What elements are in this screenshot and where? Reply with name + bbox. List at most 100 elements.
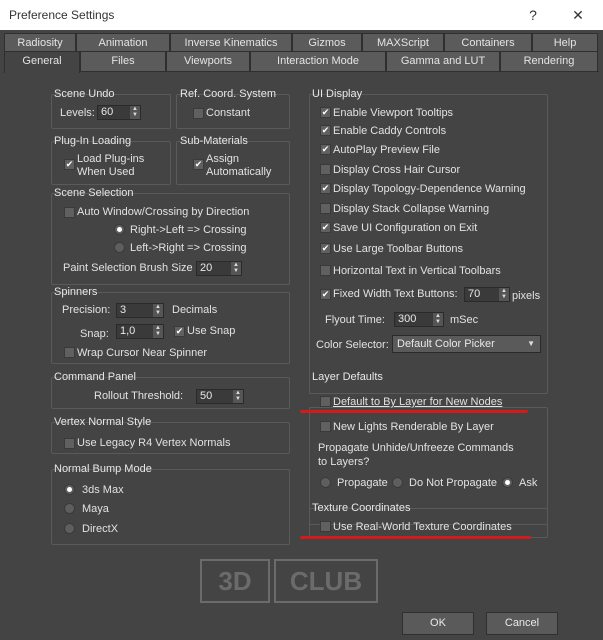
group-title-vertex-normal: Vertex Normal Style	[54, 416, 152, 428]
cross-hair-checkbox[interactable]	[320, 164, 331, 175]
brush-size-spinner[interactable]: 20 ▲ ▼	[196, 261, 242, 276]
left-right-radio[interactable]	[114, 242, 125, 253]
precision-label: Precision:	[62, 304, 111, 316]
fixed-width-checkbox[interactable]: ✔	[320, 289, 331, 300]
use-snap-checkbox[interactable]: ✔	[174, 326, 185, 337]
constant-checkbox[interactable]	[193, 108, 204, 119]
chevron-down-icon: ▼	[527, 339, 535, 348]
horizontal-text-checkbox[interactable]	[320, 265, 331, 276]
auto-window-label: Auto Window/Crossing by Direction	[77, 206, 250, 218]
highlight-underline-layer	[300, 410, 528, 413]
spinner-arrows-icon[interactable]: ▲ ▼	[130, 106, 140, 119]
large-toolbar-checkbox[interactable]: ✔	[320, 243, 331, 254]
title-bar: Preference Settings ? ✕	[0, 0, 603, 30]
legacy-normals-label: Use Legacy R4 Vertex Normals	[77, 437, 231, 449]
assign-auto-checkbox[interactable]: ✔	[193, 159, 204, 170]
real-world-checkbox[interactable]	[320, 521, 331, 532]
snap-spinner[interactable]: 1,0 ▲ ▼	[116, 324, 164, 339]
ok-button[interactable]: OK	[402, 612, 474, 635]
group-title-ui-display: UI Display	[312, 88, 363, 100]
spinner-arrows-icon[interactable]: ▲ ▼	[153, 304, 163, 317]
bump-maya-radio[interactable]	[64, 503, 75, 514]
stack-collapse-label: Display Stack Collapse Warning	[333, 203, 490, 215]
do-not-propagate-label: Do Not Propagate	[409, 477, 498, 489]
dialog-body: Radiosity Animation Inverse Kinematics G…	[0, 30, 603, 640]
color-selector-label: Color Selector:	[316, 339, 389, 351]
tab-maxscript[interactable]: MAXScript	[362, 33, 444, 53]
do-not-propagate-radio[interactable]	[392, 477, 403, 488]
legacy-normals-checkbox[interactable]	[64, 438, 75, 449]
bump-3dsmax-radio[interactable]	[64, 484, 75, 495]
tab-interaction-mode[interactable]: Interaction Mode	[250, 51, 386, 71]
by-layer-checkbox[interactable]	[320, 396, 331, 407]
autoplay-preview-checkbox[interactable]: ✔	[320, 144, 331, 155]
group-title-scene-undo: Scene Undo	[54, 88, 115, 100]
tab-files[interactable]: Files	[80, 51, 166, 71]
propagate-radio[interactable]	[320, 477, 331, 488]
tab-radiosity[interactable]: Radiosity	[4, 33, 76, 53]
rollout-spinner[interactable]: 50 ▲ ▼	[196, 389, 244, 404]
viewport-tooltips-checkbox[interactable]: ✔	[320, 107, 331, 118]
brush-size-value: 20	[200, 262, 213, 274]
highlight-underline-texture	[300, 536, 531, 539]
tab-gamma-lut[interactable]: Gamma and LUT	[386, 51, 500, 71]
stack-collapse-checkbox[interactable]	[320, 203, 331, 214]
cancel-button[interactable]: Cancel	[486, 612, 558, 635]
tab-help[interactable]: Help	[532, 33, 598, 53]
viewport-tooltips-label: Enable Viewport Tooltips	[333, 107, 454, 119]
tab-containers[interactable]: Containers	[444, 33, 532, 53]
tab-general[interactable]: General	[4, 51, 80, 73]
rollout-value: 50	[200, 390, 213, 402]
spinner-arrows-icon[interactable]: ▲ ▼	[499, 288, 509, 301]
snap-value: 1,0	[120, 325, 136, 337]
bump-directx-label: DirectX	[82, 523, 119, 535]
tab-rendering[interactable]: Rendering	[500, 51, 598, 71]
flyout-time-spinner[interactable]: 300 ▲ ▼	[394, 312, 444, 327]
load-plugins-label-2: When Used	[77, 166, 135, 178]
group-title-layer-defaults: Layer Defaults	[312, 371, 383, 383]
precision-spinner[interactable]: 3 ▲ ▼	[116, 303, 164, 318]
tab-inverse-kinematics[interactable]: Inverse Kinematics	[170, 33, 292, 53]
rollout-label: Rollout Threshold:	[94, 390, 184, 402]
tab-divider	[4, 71, 599, 72]
close-icon[interactable]: ✕	[561, 3, 595, 27]
msec-label: mSec	[450, 314, 479, 326]
wrap-cursor-checkbox[interactable]	[64, 347, 75, 358]
group-title-texture-coords: Texture Coordinates	[312, 502, 411, 514]
bump-directx-radio[interactable]	[64, 523, 75, 534]
group-title-spinners: Spinners	[54, 286, 98, 298]
assign-auto-label-1: Assign	[206, 153, 240, 165]
logo-3d: 3D	[200, 559, 270, 603]
propagate-label: Propagate	[337, 477, 388, 489]
group-title-ref-coord: Ref. Coord. System	[180, 88, 276, 100]
save-ui-config-checkbox[interactable]: ✔	[320, 222, 331, 233]
cross-hair-label: Display Cross Hair Cursor	[333, 164, 461, 176]
levels-spinner[interactable]: 60 ▲ ▼	[97, 105, 141, 120]
color-selector-value: Default Color Picker	[397, 338, 495, 350]
color-selector-dropdown[interactable]: Default Color Picker ▼	[392, 335, 541, 353]
right-left-radio[interactable]	[114, 224, 125, 235]
caddy-controls-checkbox[interactable]: ✔	[320, 125, 331, 136]
fixed-width-spinner[interactable]: 70 ▲ ▼	[464, 287, 510, 302]
tab-gizmos[interactable]: Gizmos	[292, 33, 362, 53]
new-lights-checkbox[interactable]	[320, 421, 331, 432]
flyout-time-label: Flyout Time:	[325, 314, 385, 326]
save-ui-config-label: Save UI Configuration on Exit	[333, 222, 478, 234]
fixed-width-label: Fixed Width Text Buttons:	[333, 288, 458, 300]
large-toolbar-label: Use Large Toolbar Buttons	[333, 243, 464, 255]
new-lights-label: New Lights Renderable By Layer	[333, 421, 494, 433]
tab-viewports[interactable]: Viewports	[166, 51, 250, 71]
help-button[interactable]: ?	[516, 3, 550, 27]
topology-warning-checkbox[interactable]: ✔	[320, 183, 331, 194]
pixels-label: pixels	[512, 290, 541, 302]
auto-window-checkbox[interactable]	[64, 207, 75, 218]
load-plugins-checkbox[interactable]: ✔	[64, 159, 75, 170]
autoplay-preview-label: AutoPlay Preview File	[333, 144, 440, 156]
ask-radio[interactable]	[502, 477, 513, 488]
spinner-arrows-icon[interactable]: ▲ ▼	[433, 313, 443, 326]
spinner-arrows-icon[interactable]: ▲ ▼	[233, 390, 243, 403]
spinner-arrows-icon[interactable]: ▲ ▼	[153, 325, 163, 338]
spinner-arrows-icon[interactable]: ▲ ▼	[231, 262, 241, 275]
horizontal-text-label: Horizontal Text in Vertical Toolbars	[333, 265, 501, 277]
tab-animation[interactable]: Animation	[76, 33, 170, 53]
